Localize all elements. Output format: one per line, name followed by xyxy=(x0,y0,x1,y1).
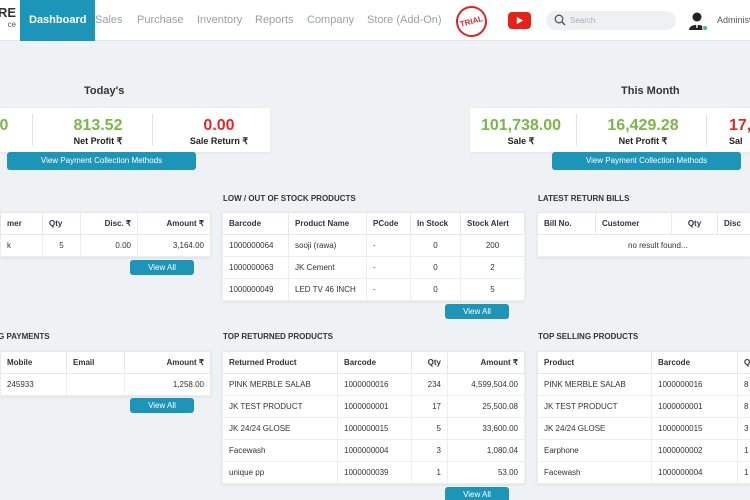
top-returned-title: TOP RETURNED PRODUCTS xyxy=(223,332,333,341)
admin-menu[interactable]: Administ xyxy=(717,15,750,25)
nav-reports[interactable]: Reports xyxy=(255,0,294,41)
today-stat-sale-return: 0.00 Sale Return ₹ xyxy=(189,117,249,146)
nav-purchase[interactable]: Purchase xyxy=(137,0,183,41)
table-row[interactable]: JK 24/24 GLOSE 1000000015 5 33,600.00 xyxy=(222,417,525,440)
table-row[interactable]: Facewash 1000000004 3 1,080.04 xyxy=(222,439,525,462)
table-row[interactable]: PINK MERBLE SALAB 1000000016 234 4,599,504.… xyxy=(222,373,525,396)
nav-company[interactable]: Company xyxy=(307,0,354,41)
search-icon xyxy=(554,14,566,26)
low-stock-title: LOW / OUT OF STOCK PRODUCTS xyxy=(223,194,356,203)
nav-sales[interactable]: Sales xyxy=(95,0,123,41)
table-row[interactable]: 1000000063 JK Cement -0 2 xyxy=(222,256,525,279)
table-row[interactable]: 1000000064 sooji (rawa) -0 200 xyxy=(222,234,525,257)
recent-sales-table: mer Qty Disc. ₹ Amount ₹ k 5 0.00 3,164.00 xyxy=(0,212,211,257)
top-returned-view-all-button[interactable]: View All xyxy=(445,487,509,500)
divider xyxy=(576,114,577,146)
trial-badge: TRIAL xyxy=(452,2,491,41)
table-row[interactable]: PINK MERBLE SALAB 1000000016 8 xyxy=(537,373,750,396)
online-status-dot xyxy=(702,25,708,31)
today-stat-net-profit: 813.52 Net Profit ₹ xyxy=(73,117,123,146)
today-stat-sale: 0 xyxy=(0,117,9,134)
top-selling-table: Product Barcode Q PINK MERBLE SALAB 1000000… xyxy=(537,351,750,484)
nav-inventory[interactable]: Inventory xyxy=(197,0,242,41)
table-row[interactable]: JK TEST PRODUCT 1000000001 17 25,500.08 xyxy=(222,395,525,418)
table-row[interactable]: 1000000049 LED TV 46 INCH -0 5 xyxy=(222,278,525,301)
divider xyxy=(32,114,33,146)
low-stock-view-all-button[interactable]: View All xyxy=(445,304,509,319)
pending-payments-view-all-button[interactable]: View All xyxy=(130,398,194,413)
app-logo[interactable]: RE ce xyxy=(0,6,16,31)
latest-returns-title: LATEST RETURN BILLS xyxy=(538,194,630,203)
today-view-payment-methods-button[interactable]: View Payment Collection Methods xyxy=(7,152,196,170)
month-heading: This Month xyxy=(621,85,680,97)
table-row[interactable]: Earphone 1000000002 1 xyxy=(537,439,750,462)
pending-payments-table: Mobile Email Amount ₹ 245933 1,258.00 xyxy=(0,351,211,396)
month-stat-net-profit: 16,429.28 Net Profit ₹ xyxy=(607,117,679,146)
nav-store-addon[interactable]: Store (Add-On) xyxy=(367,0,442,41)
table-row[interactable]: JK 24/24 GLOSE 1000000015 3 xyxy=(537,417,750,440)
top-returned-table: Returned Product Barcode Qty Amount ₹ PINK … xyxy=(222,351,525,484)
table-row[interactable]: 245933 1,258.00 xyxy=(0,373,211,396)
latest-returns-table: Bill No. Customer Qty Disc no result found.… xyxy=(537,212,750,257)
low-stock-table: Barcode Product Name PCode In Stock Stock Al… xyxy=(222,212,525,301)
pending-payments-title: G PAYMENTS xyxy=(0,332,50,341)
divider xyxy=(706,114,707,146)
divider xyxy=(152,114,153,146)
recent-sales-view-all-button[interactable]: View All xyxy=(130,260,194,275)
nav-dashboard[interactable]: Dashboard xyxy=(20,0,96,41)
table-row[interactable]: Facewash 1000000004 1 xyxy=(537,461,750,484)
top-selling-title: TOP SELLING PRODUCTS xyxy=(538,332,639,341)
month-stat-sale: 101,738.00 Sale ₹ xyxy=(480,117,562,146)
top-navbar: RE ce Dashboard Sales Purchase Inventory … xyxy=(0,0,750,41)
table-row[interactable]: unique pp 1000000039 1 53.00 xyxy=(222,461,525,484)
youtube-icon[interactable] xyxy=(508,12,531,29)
today-heading: Today's xyxy=(84,85,125,97)
month-view-payment-methods-button[interactable]: View Payment Collection Methods xyxy=(552,152,741,170)
empty-state: no result found... xyxy=(537,234,750,257)
table-row[interactable]: JK TEST PRODUCT 1000000001 8 xyxy=(537,395,750,418)
table-row[interactable]: k 5 0.00 3,164.00 xyxy=(0,234,211,257)
month-stat-sale-return: 17, Sal xyxy=(729,117,750,146)
